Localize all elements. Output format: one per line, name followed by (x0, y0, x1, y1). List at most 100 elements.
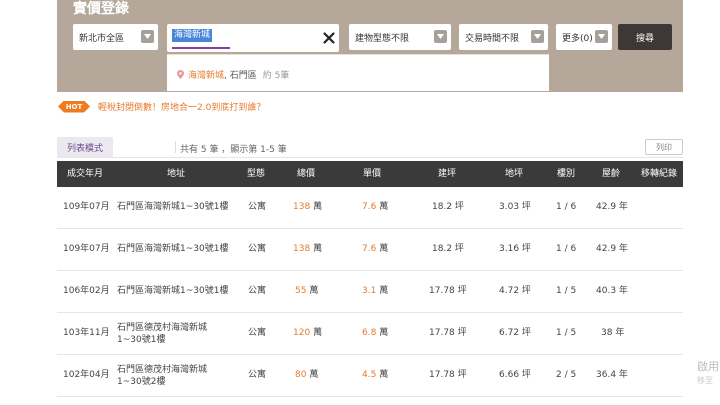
cell-type: 公寓 (248, 286, 267, 296)
suggestion-item[interactable]: 海灣新城 , 石門區 約 5筆 (177, 68, 289, 81)
cell-address: 石門區海灣新城1~30號1樓 (117, 271, 257, 312)
total-price-value: 120 (293, 328, 311, 338)
cell-address-line2: 1~30號1樓 (117, 335, 166, 345)
cell-address: 石門區德茂村海灣新城 1~30號1樓 (117, 322, 257, 346)
watermark-line2: 移至 (697, 376, 713, 385)
cell-date: 109年07月 (63, 202, 110, 212)
hot-news: HOT 輕稅封閉倒數！房地合一2.0到底打到誰？ (58, 100, 265, 113)
cell-date: 109年07月 (63, 244, 110, 254)
cell-address-line1: 石門區德茂村海灣新城 (117, 365, 208, 375)
cell-floor: 1 / 5 (556, 286, 577, 296)
cell-age: 36.4 年 (596, 370, 628, 380)
cell-floor: 1 / 5 (556, 328, 577, 338)
cell-building-area: 18.2 坪 (432, 244, 464, 254)
table-row[interactable]: 103年11月 石門區德茂村海灣新城 1~30號1樓 公寓 120 萬 6.8 萬… (57, 313, 683, 355)
unit-price-value: 7.6 (362, 202, 377, 212)
header-date: 成交年月 (67, 169, 104, 179)
cell-unit-price: 3.1 萬 (362, 271, 388, 312)
divider (175, 141, 176, 153)
search-suggestion-dropdown: 海灣新城 , 石門區 約 5筆 (167, 54, 549, 91)
total-price-value: 138 (293, 202, 311, 212)
table-row[interactable]: 109年07月 石門區海灣新城1~30號1樓 公寓 138 萬 7.6 萬 18… (57, 187, 683, 229)
cell-address-line1: 石門區德茂村海灣新城 (117, 323, 208, 333)
district-select-label: 新北市全區 (79, 33, 125, 44)
cell-unit-price: 7.6 萬 (362, 229, 388, 270)
cell-unit-price: 6.8 萬 (362, 313, 388, 354)
chevron-down-icon (595, 30, 608, 43)
suggestion-location: , 石門區 (224, 71, 257, 81)
watermark-line1: 啟用 (697, 360, 719, 373)
cell-age: 42.9 年 (596, 202, 628, 212)
cell-date: 103年11月 (63, 328, 110, 338)
suggestion-count: 約 5筆 (262, 71, 290, 81)
unit-price-value: 6.8 (362, 328, 377, 338)
unit-price-unit: 萬 (379, 244, 389, 254)
district-select[interactable]: 新北市全區 (73, 24, 158, 50)
cell-type: 公寓 (248, 244, 267, 254)
cell-land-area: 4.72 坪 (499, 286, 531, 296)
search-input[interactable]: 海灣新城 (167, 24, 339, 52)
cell-unit-price: 4.5 萬 (362, 355, 388, 396)
trade-time-select[interactable]: 交易時間不限 (459, 24, 548, 50)
hot-news-link[interactable]: 輕稅封閉倒數！房地合一2.0到底打到誰？ (98, 100, 265, 113)
cell-type: 公寓 (248, 202, 267, 212)
cell-building-area: 17.78 坪 (429, 370, 467, 380)
cell-address-line1: 石門區海灣新城1~30號1樓 (117, 244, 229, 254)
transaction-table: 成交年月 地址 型態 總價 單價 建坪 地坪 樓別 屋齡 移轉紀錄 109年07… (57, 161, 683, 397)
table-row[interactable]: 102年04月 石門區德茂村海灣新城 1~30號2樓 公寓 80 萬 4.5 萬 … (57, 355, 683, 397)
table-row[interactable]: 106年02月 石門區海灣新城1~30號1樓 公寓 55 萬 3.1 萬 17.… (57, 271, 683, 313)
header-unit-price: 單價 (363, 169, 382, 179)
unit-price-unit: 萬 (379, 286, 389, 296)
print-button[interactable]: 列印 (645, 139, 683, 155)
cell-date: 106年02月 (63, 286, 110, 296)
header-age: 屋齡 (602, 169, 621, 179)
header-transfer-record: 移轉紀錄 (641, 169, 678, 179)
cell-age: 38 年 (601, 328, 625, 338)
total-price-value: 138 (293, 244, 311, 254)
search-button[interactable]: 搜尋 (618, 24, 672, 50)
search-input-value: 海灣新城 (172, 29, 213, 42)
cell-building-area: 17.78 坪 (429, 286, 467, 296)
unit-price-unit: 萬 (379, 370, 389, 380)
building-type-select-label: 建物型態不限 (355, 33, 410, 44)
header-address: 地址 (167, 169, 186, 179)
cell-total-price: 80 萬 (295, 355, 318, 396)
more-filter-label: 更多(0) (562, 33, 593, 44)
hot-badge: HOT (58, 101, 90, 113)
location-pin-icon (177, 70, 184, 79)
cell-land-area: 6.66 坪 (499, 370, 531, 380)
chevron-down-icon (531, 30, 544, 43)
total-price-value: 80 (295, 370, 307, 380)
unit-price-value: 7.6 (362, 244, 377, 254)
header-total-price: 總價 (297, 169, 316, 179)
header-type: 型態 (247, 169, 266, 179)
cell-type: 公寓 (248, 328, 267, 338)
total-price-unit: 萬 (313, 328, 323, 338)
tab-list-mode[interactable]: 列表模式 (57, 137, 113, 157)
cell-age: 42.9 年 (596, 244, 628, 254)
header-land-area: 地坪 (505, 169, 524, 179)
cell-building-area: 18.2 坪 (432, 202, 464, 212)
unit-price-unit: 萬 (379, 328, 389, 338)
cell-date: 102年04月 (63, 370, 110, 380)
cell-address: 石門區海灣新城1~30號1樓 (117, 229, 257, 270)
header-building-area: 建坪 (438, 169, 457, 179)
total-price-value: 55 (295, 286, 307, 296)
cell-type: 公寓 (248, 370, 267, 380)
table-row[interactable]: 109年07月 石門區海灣新城1~30號1樓 公寓 138 萬 7.6 萬 18… (57, 229, 683, 271)
more-filter-select[interactable]: 更多(0) (556, 24, 612, 50)
header-floor: 樓別 (557, 169, 576, 179)
cell-total-price: 120 萬 (293, 313, 322, 354)
cell-land-area: 3.16 坪 (499, 244, 531, 254)
chevron-down-icon (141, 30, 154, 43)
suggestion-highlight: 海灣新城 (188, 71, 225, 81)
building-type-select[interactable]: 建物型態不限 (349, 24, 451, 50)
cell-total-price: 55 萬 (295, 271, 318, 312)
total-price-unit: 萬 (313, 244, 323, 254)
cell-address: 石門區德茂村海灣新城 1~30號2樓 (117, 364, 257, 388)
unit-price-unit: 萬 (379, 202, 389, 212)
total-price-unit: 萬 (309, 370, 319, 380)
tab-divider (57, 157, 683, 158)
clear-icon[interactable] (322, 30, 336, 44)
cell-floor: 1 / 6 (556, 202, 577, 212)
